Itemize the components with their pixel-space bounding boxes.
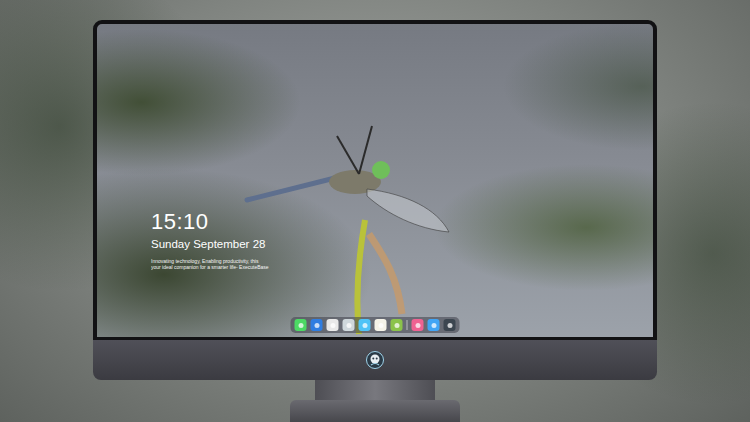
dock-app-icon[interactable]: [295, 319, 307, 331]
dock-app-icon[interactable]: [428, 319, 440, 331]
app-glyph-icon: [447, 323, 452, 328]
clock-time: 15:10: [151, 210, 269, 233]
monitor-base: [290, 400, 460, 422]
app-glyph-icon: [378, 323, 383, 328]
app-glyph-icon: [314, 323, 319, 328]
clock-date: Sunday September 28: [151, 238, 269, 252]
dock-app-icon[interactable]: [343, 319, 355, 331]
app-glyph-icon: [346, 323, 351, 328]
app-glyph-icon: [298, 323, 303, 328]
dock-app-icon[interactable]: [412, 319, 424, 331]
monitor: 15:10 Sunday September 28 Innovating tec…: [93, 20, 657, 422]
dock-app-icon[interactable]: [391, 319, 403, 331]
tagline-line: your ideal companion for a smarter life-…: [151, 264, 269, 270]
monitor-chin: [93, 340, 657, 380]
dock-app-icon[interactable]: [327, 319, 339, 331]
dock: [291, 317, 460, 333]
dock-app-icon[interactable]: [359, 319, 371, 331]
tagline-line: Innovating technology, Enabling producti…: [151, 258, 269, 264]
dock-app-icon[interactable]: [375, 319, 387, 331]
dock-separator: [407, 320, 408, 330]
screen: 15:10 Sunday September 28 Innovating tec…: [93, 20, 657, 340]
wallpaper-photo: [97, 24, 653, 340]
app-glyph-icon: [330, 323, 335, 328]
app-glyph-icon: [394, 323, 399, 328]
dock-app-icon[interactable]: [444, 319, 456, 331]
brand-logo-icon: [366, 351, 384, 369]
app-glyph-icon: [415, 323, 420, 328]
dock-app-icon[interactable]: [311, 319, 323, 331]
app-glyph-icon: [362, 323, 367, 328]
lock-screen-info: 15:10 Sunday September 28 Innovating tec…: [151, 210, 269, 270]
monitor-stand: [315, 380, 435, 400]
tagline: Innovating technology, Enabling producti…: [151, 258, 269, 271]
app-glyph-icon: [431, 323, 436, 328]
